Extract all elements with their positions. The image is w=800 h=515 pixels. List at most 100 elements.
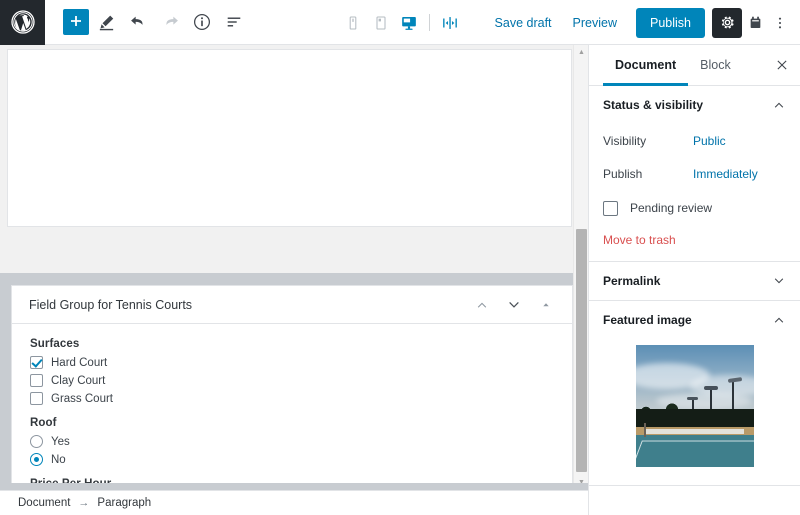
publish-value-button[interactable]: Immediately (693, 167, 758, 181)
surface-label-clay-court: Clay Court (51, 374, 106, 387)
checkbox-pending-review[interactable] (603, 200, 618, 216)
panel-permalink: Permalink (589, 262, 800, 301)
pending-review-label: Pending review (630, 201, 713, 215)
device-mobile-button[interactable] (340, 10, 366, 36)
field-group-header-actions (468, 291, 566, 319)
featured-image-thumbnail[interactable] (635, 345, 754, 467)
plugins-button[interactable] (743, 8, 767, 38)
scroll-up-arrow-icon[interactable]: ▲ (574, 45, 589, 60)
breadcrumb-paragraph[interactable]: Paragraph (97, 497, 151, 509)
undo-arrow-icon (130, 16, 143, 25)
surfaces-field-label: Surfaces (30, 338, 80, 350)
tennis-court-surface (635, 435, 754, 467)
move-to-trash-button[interactable]: Move to trash (603, 233, 676, 247)
panel-featured-image: Featured image (589, 301, 800, 486)
field-spacer (30, 408, 556, 417)
publish-label: Publish (603, 166, 643, 181)
add-block-button[interactable] (63, 9, 89, 35)
checkbox-clay-court[interactable] (30, 374, 43, 387)
radio-roof-no[interactable] (30, 453, 43, 466)
field-group-title: Field Group for Tennis Courts (29, 297, 193, 312)
editor-scrollbar[interactable]: ▲ ▼ (573, 45, 588, 490)
roof-field-label: Roof (30, 417, 57, 429)
checkbox-grass-court[interactable] (30, 392, 43, 405)
close-sidebar-button[interactable] (764, 45, 800, 85)
fence-line (635, 409, 754, 427)
block-navigation-button[interactable] (219, 7, 249, 37)
editor-toolbar: Save draft Preview Publish (0, 0, 800, 45)
wordpress-block-editor: Save draft Preview Publish Field Group f… (0, 0, 800, 515)
block-navigation-icon (227, 17, 241, 27)
desktop-icon (402, 16, 416, 30)
gear-icon (721, 16, 734, 29)
surface-option-hard-court[interactable]: Hard Court (30, 354, 556, 371)
settings-button[interactable] (712, 7, 742, 38)
tennis-net (645, 429, 744, 434)
panel-status-visibility-body: Visibility Public Publish Immediately Pe… (589, 124, 800, 261)
light-pole (731, 381, 734, 411)
toolbar-left-group (45, 7, 249, 37)
move-block-down-button[interactable] (500, 291, 528, 319)
plus-icon (71, 16, 81, 26)
more-options-button[interactable] (768, 8, 792, 38)
chevron-down-icon (772, 274, 786, 288)
tab-block[interactable]: Block (688, 45, 743, 85)
tab-document[interactable]: Document (603, 45, 689, 86)
close-icon (777, 60, 787, 70)
publish-button[interactable]: Publish (636, 7, 705, 38)
redo-button[interactable] (155, 7, 185, 37)
content-info-button[interactable] (187, 7, 217, 37)
surface-option-grass-court[interactable]: Grass Court (30, 390, 556, 407)
panel-featured-image-title: Featured image (603, 313, 692, 327)
field-group-block-body: Surfaces Hard Court Clay Court Grass Cou… (12, 324, 572, 490)
post-content-canvas[interactable] (7, 49, 572, 227)
save-draft-button[interactable]: Save draft (485, 10, 562, 36)
chevron-up-icon (477, 302, 487, 308)
drag-block-handle[interactable] (532, 291, 560, 319)
panel-permalink-header[interactable]: Permalink (589, 262, 800, 300)
court-lines (635, 440, 754, 467)
roof-label-yes: Yes (51, 435, 70, 448)
undo-button[interactable] (123, 7, 153, 37)
roof-label-no: No (51, 453, 66, 466)
panel-permalink-title: Permalink (603, 274, 661, 288)
checkbox-hard-court[interactable] (30, 356, 43, 369)
fullscreen-width-icon (443, 16, 457, 29)
edit-mode-button[interactable] (91, 7, 121, 37)
editor-canvas-region: Field Group for Tennis Courts Surfaces H… (0, 45, 588, 490)
device-tablet-button[interactable] (368, 10, 394, 36)
fullscreen-width-button[interactable] (437, 10, 463, 36)
roof-option-no[interactable]: No (30, 451, 556, 468)
wordpress-logo-icon[interactable] (0, 0, 45, 45)
radio-roof-yes[interactable] (30, 435, 43, 448)
preview-button[interactable]: Preview (563, 10, 627, 36)
settings-sidebar: Document Block Status & visibility Visib… (588, 45, 800, 515)
surface-option-clay-court[interactable]: Clay Court (30, 372, 556, 389)
panel-featured-image-header[interactable]: Featured image (589, 301, 800, 339)
chevron-up-icon (772, 98, 786, 112)
panel-status-visibility-header[interactable]: Status & visibility (589, 86, 800, 124)
panel-status-visibility-title: Status & visibility (603, 98, 704, 112)
field-group-block-header: Field Group for Tennis Courts (12, 286, 572, 324)
publish-row: Publish Immediately (603, 157, 786, 190)
toolbar-divider (429, 14, 430, 31)
visibility-label: Visibility (603, 133, 647, 148)
editor-statusbar: Document → Paragraph (0, 490, 588, 515)
statusbar-gray-strip (0, 483, 588, 490)
field-group-block-panel: Field Group for Tennis Courts Surfaces H… (11, 285, 573, 490)
visibility-value-button[interactable]: Public (693, 134, 726, 148)
pending-review-row[interactable]: Pending review (603, 193, 786, 223)
surface-label-grass-court: Grass Court (51, 392, 113, 405)
device-desktop-button[interactable] (396, 10, 422, 36)
net-post (643, 423, 646, 437)
editor-scrollbar-thumb[interactable] (576, 229, 587, 472)
field-spacer (30, 469, 556, 478)
breadcrumb-separator: → (78, 497, 90, 509)
move-block-up-button[interactable] (468, 291, 496, 319)
toolbar-right-group: Save draft Preview Publish (485, 0, 800, 45)
breadcrumb-document[interactable]: Document (18, 497, 70, 509)
ellipsis-vertical-icon (778, 17, 782, 28)
sidebar-tabs: Document Block (589, 45, 800, 86)
surface-label-hard-court: Hard Court (51, 356, 108, 369)
roof-option-yes[interactable]: Yes (30, 433, 556, 450)
